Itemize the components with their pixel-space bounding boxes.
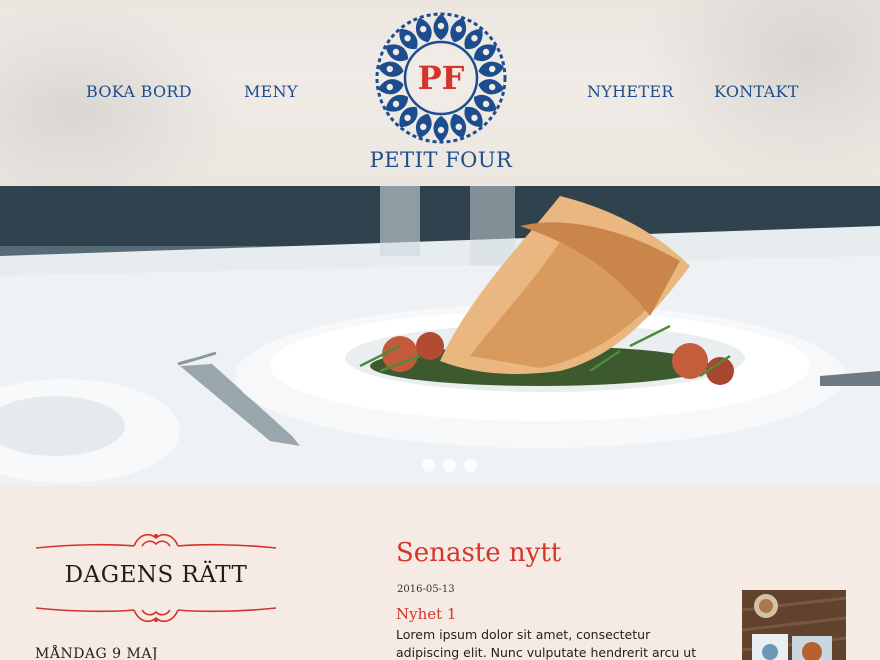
nav-kontakt[interactable]: KONTAKT: [714, 82, 799, 101]
nav-boka-bord[interactable]: BOKA BORD: [86, 82, 192, 101]
news-thumbnail[interactable]: [742, 590, 846, 660]
slider-dots: [422, 459, 477, 472]
brand-name[interactable]: PETIT FOUR: [360, 148, 522, 172]
hero-slider[interactable]: [0, 186, 880, 486]
news-item-title[interactable]: Nyhet 1: [396, 605, 456, 623]
slider-dot-2[interactable]: [443, 459, 456, 472]
slider-dot-1[interactable]: [422, 459, 435, 472]
news-heading: Senaste nytt: [396, 538, 562, 568]
logo-emblem[interactable]: PF: [372, 10, 510, 146]
slider-dot-3[interactable]: [464, 459, 477, 472]
hero-dish-image: [0, 186, 880, 486]
nav-meny[interactable]: MENY: [244, 82, 298, 101]
logo-monogram: PF: [418, 59, 465, 97]
news-item-date: 2016-05-13: [397, 584, 455, 595]
news-item-body: Lorem ipsum dolor sit amet, consectetur …: [396, 627, 697, 660]
logo-ornament-icon: PF: [375, 12, 507, 144]
nav-nyheter[interactable]: NYHETER: [587, 82, 674, 101]
news-thumbnail-image: [742, 590, 846, 660]
dish-of-day-title: DAGENS RÄTT: [64, 562, 248, 588]
dish-of-day-date: MÅNDAG 9 MAJ: [35, 646, 159, 660]
